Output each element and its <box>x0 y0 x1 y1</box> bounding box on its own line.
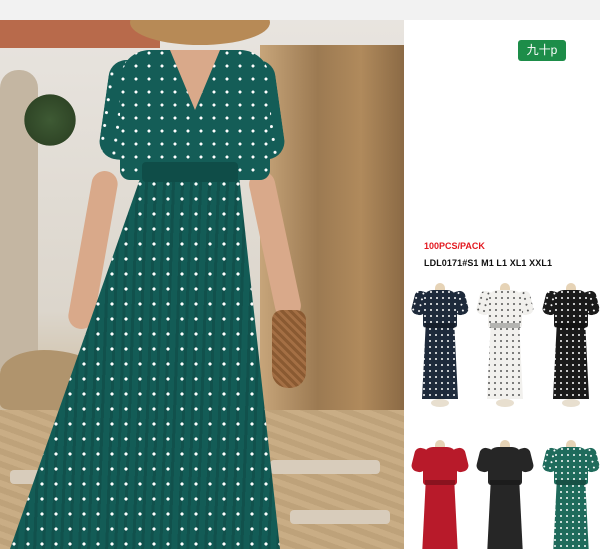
mannequin-stand <box>562 399 580 407</box>
stone-step <box>290 510 390 524</box>
dress-belt <box>556 323 586 328</box>
mannequin <box>409 283 471 409</box>
dress-belt <box>142 162 238 182</box>
mannequin <box>409 440 471 549</box>
dress-belt <box>425 323 455 328</box>
dress-belt <box>556 480 586 485</box>
variant-black[interactable] <box>540 283 600 411</box>
main-product-photo <box>0 20 404 549</box>
variant-navy[interactable] <box>409 283 471 411</box>
pack-quantity: 100PCS/PACK <box>424 241 485 251</box>
product-code-sizes: LDL0171#S1 M1 L1 XL1 XXL1 <box>424 258 553 268</box>
dress-skirt <box>553 327 589 399</box>
palm-plant <box>20 90 80 150</box>
mannequin <box>540 283 600 409</box>
dress-belt <box>425 480 455 485</box>
mannequin <box>474 440 536 549</box>
variant-red[interactable] <box>409 440 471 549</box>
woven-bag <box>272 310 306 388</box>
dress-skirt <box>422 327 458 399</box>
variant-white[interactable] <box>474 283 536 411</box>
dress-belt <box>490 323 520 328</box>
dress-skirt <box>487 484 523 549</box>
stone-step <box>270 460 380 474</box>
dress-skirt <box>422 484 458 549</box>
dress-belt <box>490 480 520 485</box>
mannequin-stand <box>431 399 449 407</box>
top-bar <box>0 0 600 20</box>
variant-teal[interactable] <box>540 440 600 549</box>
dress-skirt <box>553 484 589 549</box>
dress-skirt <box>487 327 523 399</box>
variant-black-satin[interactable] <box>474 440 536 549</box>
mannequin-stand <box>496 399 514 407</box>
mannequin <box>474 283 536 409</box>
price-badge: 九十p <box>518 40 566 61</box>
mannequin <box>540 440 600 549</box>
